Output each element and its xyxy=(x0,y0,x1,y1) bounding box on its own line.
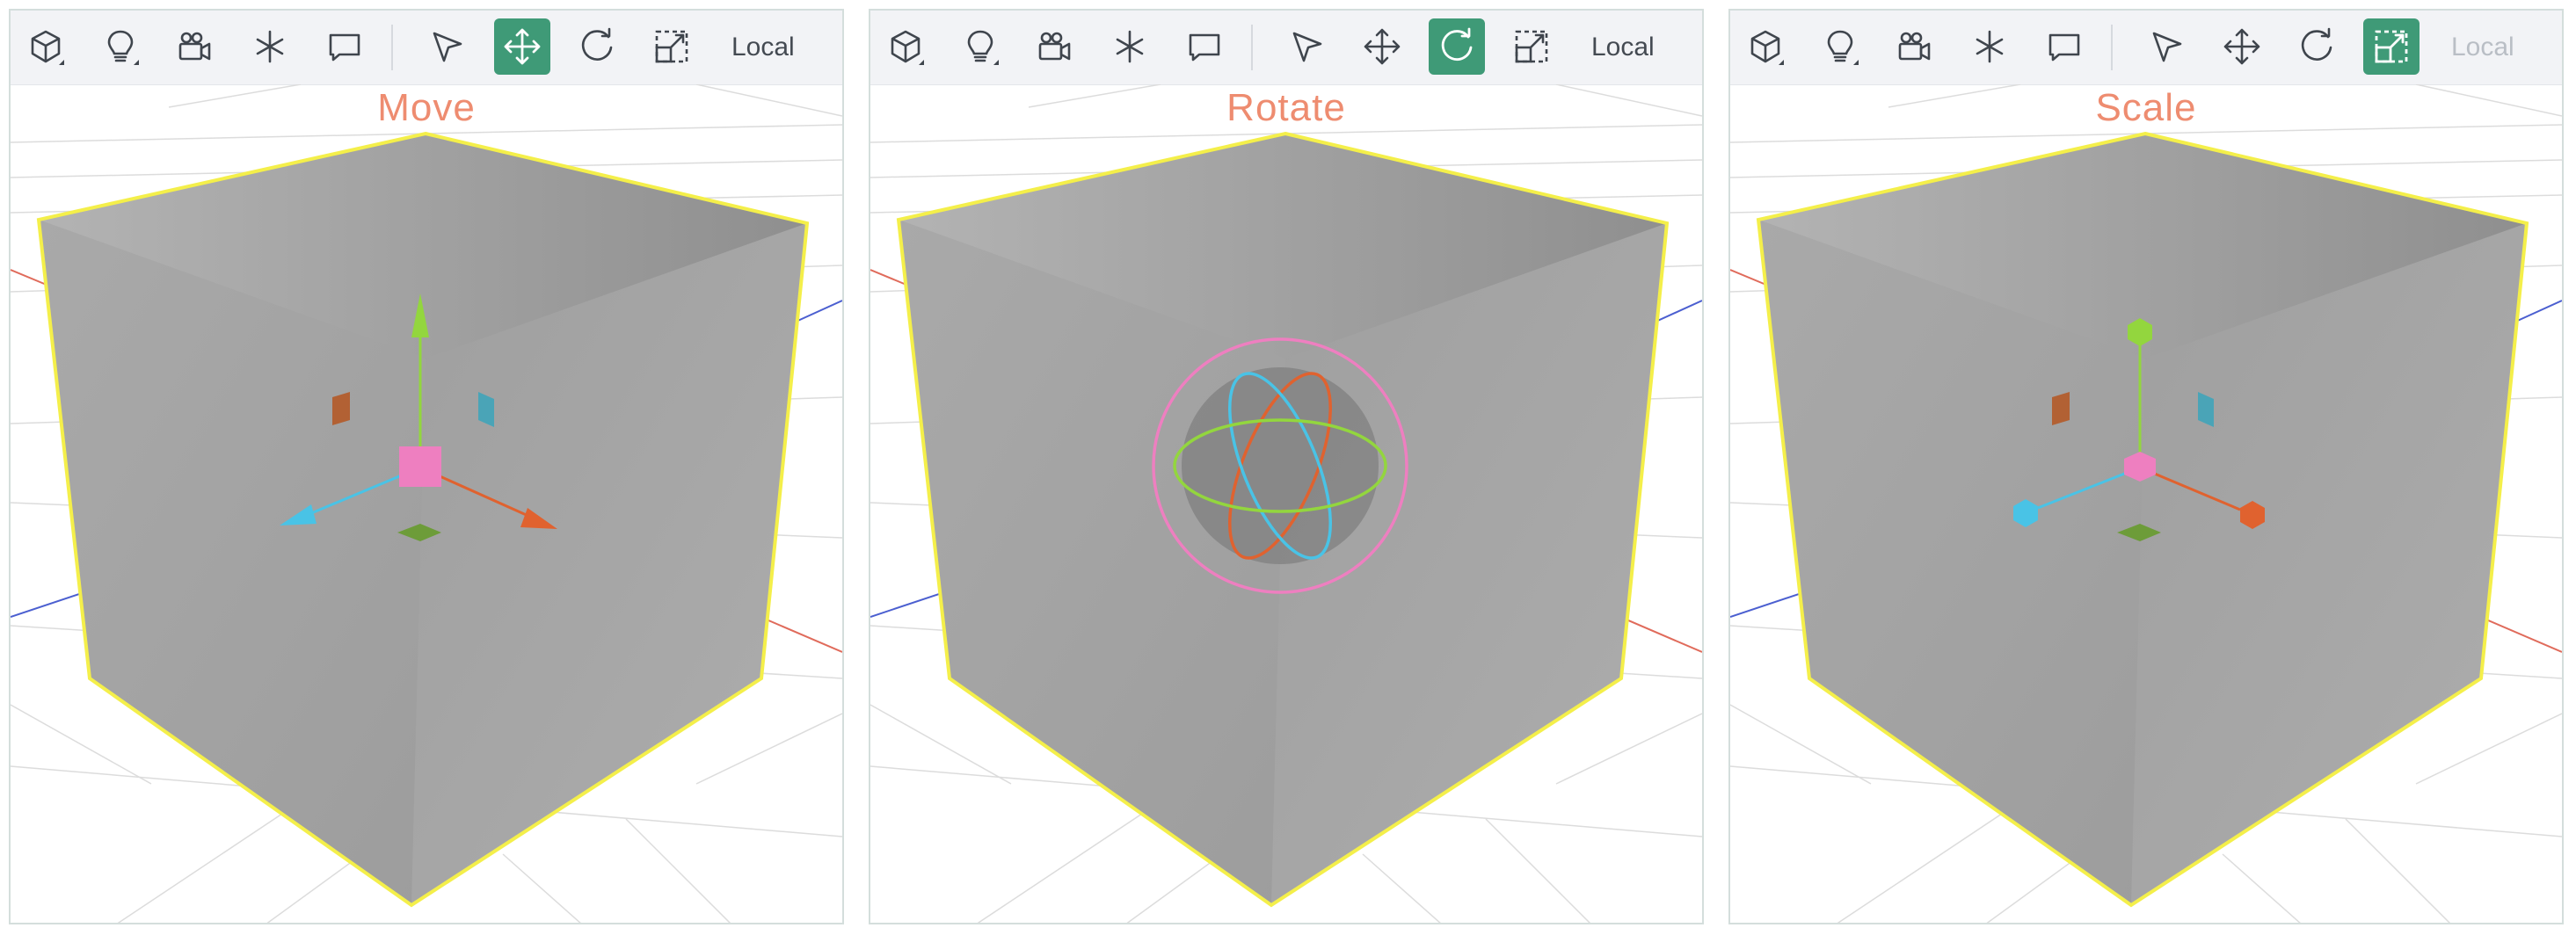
rotate-gizmo[interactable] xyxy=(1152,337,1408,594)
move-tool-button[interactable] xyxy=(494,18,550,75)
cube-icon xyxy=(891,30,924,65)
add-light-button[interactable] xyxy=(952,18,1008,75)
transform-space-toggle[interactable]: Local xyxy=(731,28,828,67)
cube-icon xyxy=(1750,30,1784,65)
rotate-tool-button[interactable] xyxy=(1429,18,1485,75)
add-light-button[interactable] xyxy=(1812,18,1868,75)
cursor-icon xyxy=(2152,32,2182,62)
mode-title: Move xyxy=(377,86,476,129)
cursor-icon xyxy=(1292,32,1322,62)
comment-button[interactable] xyxy=(2036,18,2092,75)
scale-plane-xy-handle xyxy=(2052,392,2070,425)
move-plane-xy-handle xyxy=(332,392,350,425)
toolbar-divider xyxy=(391,25,393,70)
scene-3d[interactable] xyxy=(1730,84,2562,924)
camera-icon xyxy=(178,32,211,61)
toolbar: Local xyxy=(11,11,842,85)
rotate-trackball xyxy=(1182,367,1379,564)
mode-title: Rotate xyxy=(1226,86,1346,129)
toolbar: Local xyxy=(870,11,1702,85)
rotate-icon xyxy=(2301,27,2332,61)
add-camera-button[interactable] xyxy=(1887,18,1943,75)
comment-icon xyxy=(329,33,360,62)
rotate-tool-button[interactable] xyxy=(2289,18,2345,75)
move-center-handle xyxy=(399,446,441,487)
comment-button[interactable] xyxy=(317,18,373,75)
comment-button[interactable] xyxy=(1176,18,1233,75)
viewport-canvas[interactable] xyxy=(11,84,842,924)
add-light-button[interactable] xyxy=(92,18,149,75)
scale-icon xyxy=(2375,30,2408,63)
lightbulb-icon xyxy=(107,30,139,65)
scale-tool-button[interactable] xyxy=(644,18,700,75)
sparkle-icon xyxy=(1976,30,2004,63)
toolbar-divider xyxy=(1251,25,1253,70)
select-tool-button[interactable] xyxy=(2139,18,2195,75)
cube-mesh xyxy=(1756,131,2529,908)
select-tool-button[interactable] xyxy=(419,18,476,75)
effects-button[interactable] xyxy=(1961,18,2018,75)
scene-3d[interactable] xyxy=(11,84,842,924)
transform-space-toggle[interactable]: Local xyxy=(1591,28,1688,67)
viewport-panel-move: Local Move xyxy=(9,9,844,924)
effects-button[interactable] xyxy=(1102,18,1158,75)
cube-icon xyxy=(31,30,64,65)
scale-tool-button[interactable] xyxy=(1503,18,1560,75)
select-tool-button[interactable] xyxy=(1279,18,1335,75)
lightbulb-icon xyxy=(967,30,999,65)
cube-mesh xyxy=(36,131,810,908)
rotate-icon xyxy=(1441,27,1473,61)
add-object-button[interactable] xyxy=(877,18,934,75)
move-tool-button[interactable] xyxy=(2214,18,2270,75)
camera-icon xyxy=(1898,32,1931,61)
add-object-button[interactable] xyxy=(18,18,74,75)
scale-icon xyxy=(655,30,688,63)
viewport-canvas[interactable] xyxy=(1730,84,2562,924)
rotate-tool-button[interactable] xyxy=(569,18,625,75)
rotate-icon xyxy=(581,27,613,61)
cursor-icon xyxy=(433,32,462,62)
effects-button[interactable] xyxy=(242,18,298,75)
add-object-button[interactable] xyxy=(1737,18,1794,75)
viewport-panel-rotate: Local Rotate xyxy=(869,9,1704,924)
scale-icon xyxy=(1515,30,1548,63)
scene-3d[interactable] xyxy=(870,84,1702,924)
lightbulb-icon xyxy=(1827,30,1859,65)
camera-icon xyxy=(1038,32,1071,61)
move-icon xyxy=(1364,28,1401,65)
move-tool-button[interactable] xyxy=(1354,18,1410,75)
add-camera-button[interactable] xyxy=(1027,18,1083,75)
sparkle-icon xyxy=(1116,30,1144,63)
viewport-panel-scale: Local Scale xyxy=(1728,9,2564,924)
add-camera-button[interactable] xyxy=(167,18,223,75)
comment-icon xyxy=(2048,33,2080,62)
scale-tool-button[interactable] xyxy=(2363,18,2420,75)
transform-space-toggle: Local xyxy=(2451,33,2514,62)
move-icon xyxy=(2223,28,2260,65)
comment-icon xyxy=(1189,33,1220,62)
sparkle-icon xyxy=(256,30,284,63)
toolbar: Local xyxy=(1730,11,2562,85)
toolbar-divider xyxy=(2111,25,2113,70)
viewport-canvas[interactable] xyxy=(870,84,1702,924)
mode-title: Scale xyxy=(2095,86,2197,129)
move-icon xyxy=(504,28,541,65)
